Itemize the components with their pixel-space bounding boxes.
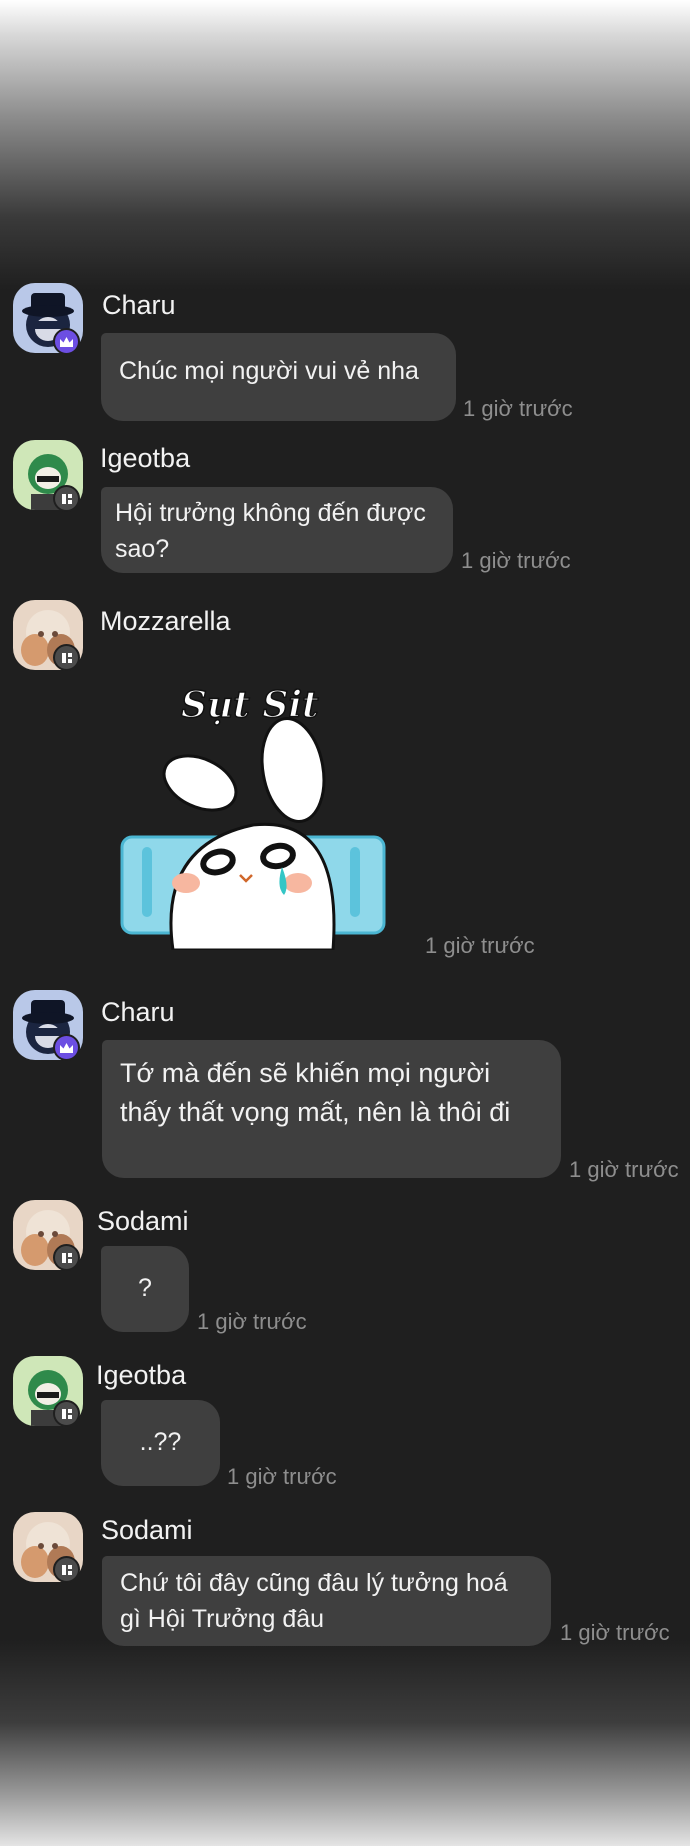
timestamp: 1 giờ trước	[463, 396, 573, 421]
crown-badge-icon	[53, 328, 80, 355]
timestamp: 1 giờ trước	[425, 933, 535, 958]
crown-badge-icon	[53, 1034, 80, 1061]
message-bubble[interactable]: ?	[101, 1246, 189, 1332]
message-bubble[interactable]: Chúc mọi người vui vẻ nha	[101, 333, 456, 421]
message-bubble[interactable]: Hội trưởng không đến được sao?	[101, 487, 453, 573]
timestamp: 1 giờ trước	[227, 1464, 337, 1489]
member-badge-icon	[53, 644, 80, 671]
username[interactable]: Igeotba	[96, 1360, 186, 1391]
message-bubble[interactable]: ..??	[101, 1400, 220, 1486]
username[interactable]: Mozzarella	[100, 606, 231, 637]
member-badge-icon	[53, 1400, 80, 1427]
timestamp: 1 giờ trước	[197, 1309, 307, 1334]
member-badge-icon	[53, 485, 80, 512]
sticker[interactable]: Sụt Sịt	[118, 675, 398, 952]
timestamp: 1 giờ trước	[560, 1620, 670, 1645]
message-bubble[interactable]: Tớ mà đến sẽ khiến mọi người thấy thất v…	[102, 1040, 561, 1178]
sticker-caption: Sụt Sịt	[181, 684, 319, 726]
username[interactable]: Charu	[101, 997, 175, 1028]
member-badge-icon	[53, 1556, 80, 1583]
username[interactable]: Igeotba	[100, 443, 190, 474]
top-fade-overlay	[0, 0, 690, 290]
username[interactable]: Sodami	[101, 1515, 193, 1546]
username[interactable]: Charu	[102, 290, 176, 321]
member-badge-icon	[53, 1244, 80, 1271]
timestamp: 1 giờ trước	[569, 1157, 679, 1182]
username[interactable]: Sodami	[97, 1206, 189, 1237]
timestamp: 1 giờ trước	[461, 548, 571, 573]
message-bubble[interactable]: Chứ tôi đây cũng đâu lý tưởng hoá gì Hội…	[102, 1556, 551, 1646]
bottom-fade-overlay	[0, 1640, 690, 1846]
